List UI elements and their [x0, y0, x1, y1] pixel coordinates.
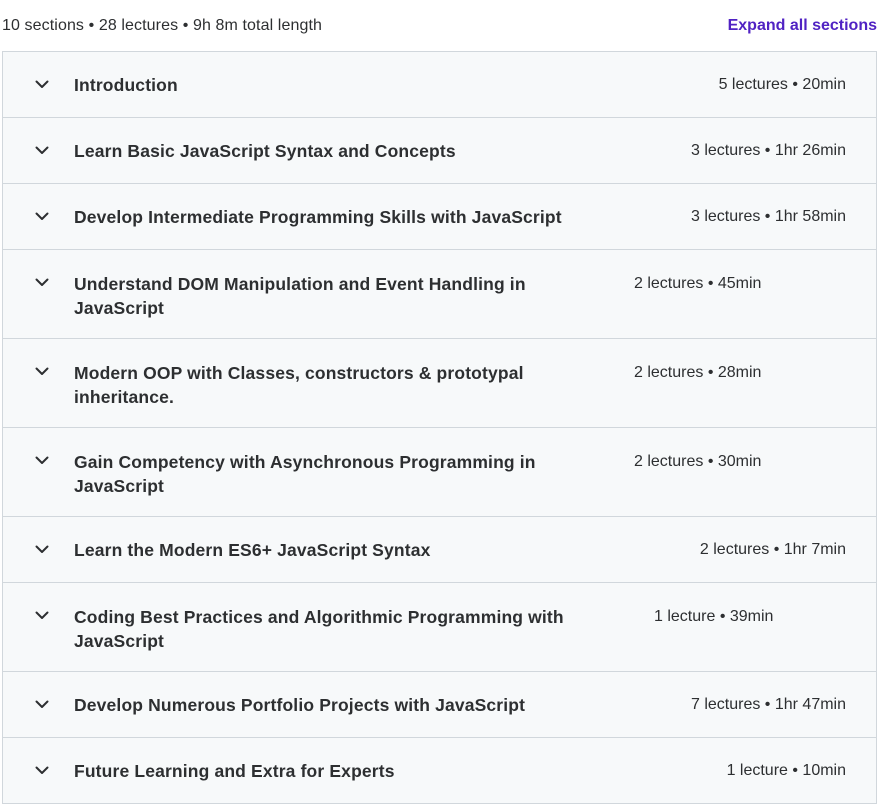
- course-summary: 10 sections • 28 lectures • 9h 8m total …: [2, 17, 322, 34]
- section-intermediate-skills[interactable]: Develop Intermediate Programming Skills …: [3, 184, 876, 250]
- chevron-down-icon: [35, 608, 49, 622]
- chevron-down-icon: [35, 364, 49, 378]
- curriculum-header: 10 sections • 28 lectures • 9h 8m total …: [0, 0, 881, 52]
- chevron-down-icon: [35, 764, 49, 778]
- section-future-learning[interactable]: Future Learning and Extra for Experts 1 …: [3, 738, 876, 804]
- section-title: Coding Best Practices and Algorithmic Pr…: [74, 607, 564, 651]
- course-content: 10 sections • 28 lectures • 9h 8m total …: [0, 0, 881, 807]
- section-introduction[interactable]: Introduction 5 lectures • 20min: [3, 52, 876, 118]
- section-title: Develop Numerous Portfolio Projects with…: [74, 694, 526, 715]
- section-meta: 3 lectures • 1hr 58min: [690, 207, 846, 225]
- section-title: Modern OOP with Classes, constructors & …: [74, 363, 524, 407]
- section-es6-syntax[interactable]: Learn the Modern ES6+ JavaScript Syntax …: [3, 517, 876, 583]
- section-title: Introduction: [74, 74, 178, 95]
- section-meta: 2 lectures • 28min: [634, 364, 762, 381]
- section-meta: 7 lectures • 1hr 47min: [690, 695, 846, 713]
- chevron-down-icon: [35, 210, 49, 224]
- section-basic-syntax[interactable]: Learn Basic JavaScript Syntax and Concep…: [3, 118, 876, 184]
- section-title: Understand DOM Manipulation and Event Ha…: [74, 274, 526, 318]
- section-meta: 1 lecture • 39min: [654, 608, 774, 625]
- section-title: Develop Intermediate Programming Skills …: [74, 206, 562, 227]
- chevron-down-icon: [35, 453, 49, 467]
- chevron-down-icon: [35, 144, 49, 158]
- section-meta: 3 lectures • 1hr 26min: [690, 141, 846, 159]
- section-title: Future Learning and Extra for Experts: [74, 760, 395, 781]
- section-meta: 2 lectures • 45min: [634, 275, 762, 292]
- section-meta: 1 lecture • 10min: [726, 761, 846, 779]
- section-modern-oop[interactable]: Modern OOP with Classes, constructors & …: [3, 339, 876, 428]
- section-title: Learn the Modern ES6+ JavaScript Syntax: [74, 539, 431, 560]
- section-portfolio-projects[interactable]: Develop Numerous Portfolio Projects with…: [3, 672, 876, 738]
- section-meta: 2 lectures • 30min: [634, 453, 762, 470]
- chevron-down-icon: [35, 78, 49, 92]
- section-title: Learn Basic JavaScript Syntax and Concep…: [74, 140, 456, 161]
- section-meta: 5 lectures • 20min: [718, 75, 846, 93]
- chevron-down-icon: [35, 698, 49, 712]
- section-meta: 2 lectures • 1hr 7min: [699, 540, 846, 558]
- section-dom-manipulation[interactable]: Understand DOM Manipulation and Event Ha…: [3, 250, 876, 339]
- section-best-practices[interactable]: Coding Best Practices and Algorithmic Pr…: [3, 583, 876, 672]
- chevron-down-icon: [35, 543, 49, 557]
- expand-all-button[interactable]: Expand all sections: [728, 17, 877, 35]
- section-title: Gain Competency with Asynchronous Progra…: [74, 452, 536, 496]
- curriculum-list: Introduction 5 lectures • 20min Learn Ba…: [2, 51, 877, 804]
- chevron-down-icon: [35, 275, 49, 289]
- section-async-programming[interactable]: Gain Competency with Asynchronous Progra…: [3, 428, 876, 517]
